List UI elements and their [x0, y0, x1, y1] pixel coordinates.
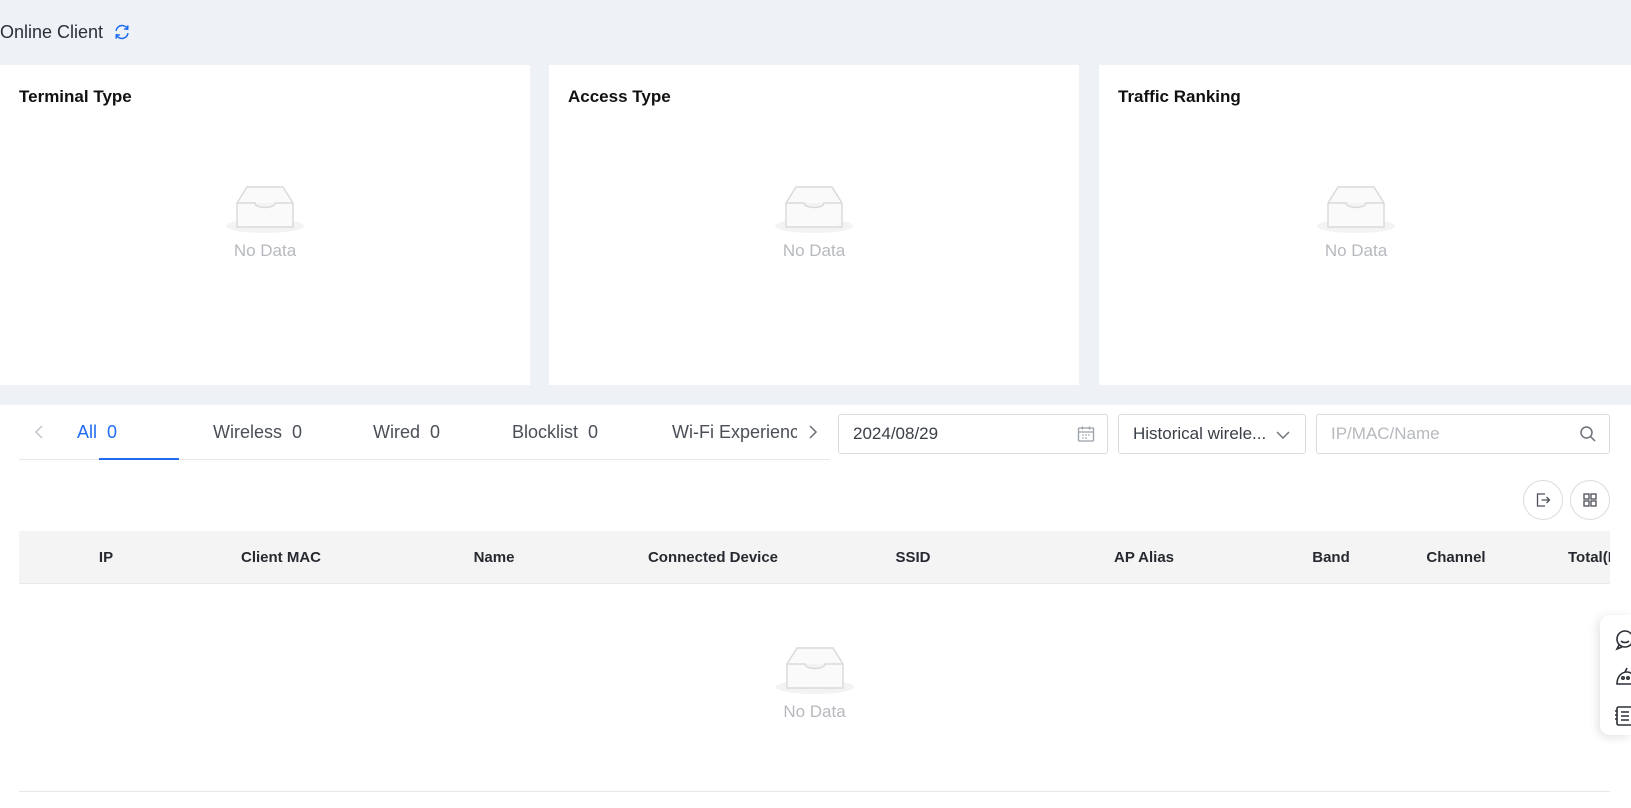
refresh-icon[interactable] [113, 23, 131, 41]
tab-label: Wi-Fi Experience [672, 422, 797, 442]
column-header-name[interactable]: Name [474, 531, 515, 584]
date-picker[interactable]: 2024/08/29 [838, 414, 1108, 454]
column-header-ap-alias[interactable]: AP Alias [1114, 531, 1174, 584]
chevron-left-icon [34, 425, 43, 439]
tab-count: 0 [588, 422, 599, 442]
empty-text: No Data [783, 702, 846, 721]
card-title: Access Type [568, 87, 671, 106]
empty-state: No Data [549, 183, 1079, 261]
empty-inbox-icon [226, 186, 304, 233]
chevron-right-icon [809, 425, 818, 439]
empty-inbox-icon [1317, 186, 1395, 233]
column-settings-button[interactable] [1570, 480, 1610, 520]
column-header-channel[interactable]: Channel [1426, 531, 1485, 584]
card-title: Terminal Type [19, 87, 132, 106]
tab-count: 0 [292, 422, 303, 442]
tabs-viewport: All 0 Wireless 0 Wired 0 Blocklist 0 Wi-… [59, 405, 797, 460]
search-placeholder: IP/MAC/Name [1331, 424, 1440, 443]
history-select[interactable]: Historical wirele... [1118, 414, 1306, 454]
active-tab-indicator [99, 458, 179, 460]
empty-state: No Data [0, 183, 530, 261]
tab-count: 0 [430, 422, 441, 442]
empty-text: No Data [233, 241, 297, 260]
search-icon[interactable] [1579, 425, 1597, 443]
column-header-ip[interactable]: IP [99, 531, 113, 584]
floating-toolbar [1600, 615, 1631, 735]
column-header-connected-device[interactable]: Connected Device [648, 531, 778, 584]
column-header-ssid[interactable]: SSID [895, 531, 930, 584]
export-icon [1536, 493, 1551, 507]
tab-blocklist[interactable]: Blocklist 0 [512, 405, 598, 460]
empty-text: No Data [782, 241, 846, 260]
tab-label: Wired [373, 422, 421, 442]
terminal-type-card: Terminal Type No Data [0, 65, 530, 385]
search-input[interactable]: IP/MAC/Name [1316, 414, 1610, 454]
empty-text: No Data [1324, 241, 1388, 260]
empty-state: No Data [19, 644, 1610, 722]
tab-all[interactable]: All 0 [77, 405, 117, 460]
chevron-down-icon [1275, 427, 1293, 445]
tabs-prev-arrow[interactable] [29, 422, 49, 442]
tab-wired[interactable]: Wired 0 [373, 405, 440, 460]
tab-wireless[interactable]: Wireless 0 [213, 405, 302, 460]
page-title: Online Client [0, 21, 104, 42]
column-header-total[interactable]: Total(M [1568, 531, 1610, 584]
traffic-ranking-card: Traffic Ranking No Data [1099, 65, 1631, 385]
empty-inbox-icon [775, 647, 854, 694]
tab-wifi-experience[interactable]: Wi-Fi Experience [672, 405, 797, 460]
tabs-next-arrow[interactable] [803, 422, 823, 442]
assistant-icon[interactable] [1614, 666, 1631, 688]
clipboard-list-icon[interactable] [1614, 705, 1631, 727]
tab-label: Wireless [213, 422, 283, 442]
table-header: IP Client MAC Name Connected Device SSID… [19, 531, 1610, 584]
client-tabs: All 0 Wireless 0 Wired 0 Blocklist 0 Wi-… [19, 405, 830, 460]
date-value: 2024/08/29 [853, 424, 939, 443]
export-button[interactable] [1523, 480, 1563, 520]
chat-icon[interactable] [1614, 629, 1631, 651]
access-type-card: Access Type No Data [549, 65, 1079, 385]
grid-icon [1583, 493, 1597, 507]
table-body: No Data [19, 584, 1610, 792]
card-title: Traffic Ranking [1118, 87, 1241, 106]
empty-inbox-icon [775, 186, 853, 233]
tab-label: Blocklist [512, 422, 579, 442]
empty-state: No Data [1099, 183, 1613, 261]
page-header: Online Client [0, 0, 1631, 64]
client-table: IP Client MAC Name Connected Device SSID… [19, 531, 1610, 792]
calendar-icon [1077, 425, 1095, 443]
history-select-value: Historical wirele... [1133, 424, 1267, 443]
tab-count: 0 [107, 422, 118, 442]
column-header-client-mac[interactable]: Client MAC [241, 531, 321, 584]
column-header-band[interactable]: Band [1312, 531, 1350, 584]
tab-label: All [77, 422, 98, 442]
